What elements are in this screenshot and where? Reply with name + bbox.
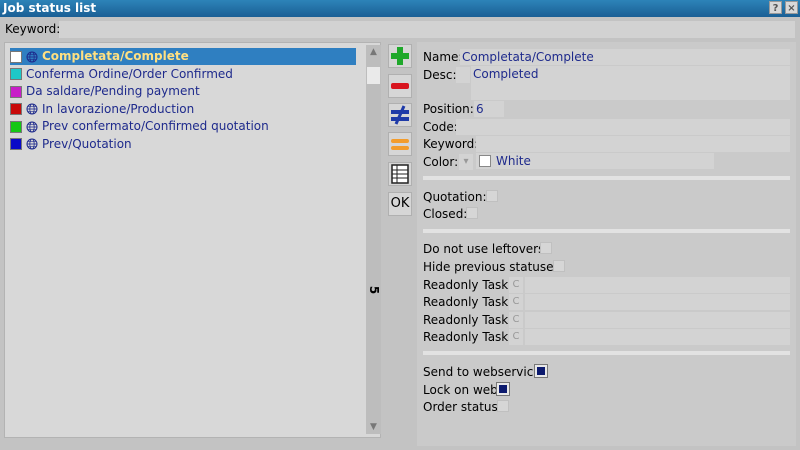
readonly-task-button[interactable]: C <box>509 312 523 328</box>
readonly-task-field[interactable] <box>525 294 790 310</box>
globe-icon <box>26 103 42 115</box>
scroll-thumb[interactable] <box>367 67 380 84</box>
keyword-field[interactable] <box>476 136 790 152</box>
name-label: Name: <box>423 50 463 64</box>
list-item-label: Conferma Ordine/Order Confirmed <box>26 66 233 81</box>
keyword-detail-label: Keyword: <box>423 137 479 151</box>
lock-web-label: Lock on web: <box>423 383 502 397</box>
list-item-label: In lavorazione/Production <box>42 101 195 116</box>
equal-button[interactable] <box>388 132 412 156</box>
delete-button[interactable] <box>388 74 412 98</box>
separator <box>423 351 790 355</box>
list-item[interactable]: Conferma Ordine/Order Confirmed <box>10 66 233 83</box>
readonly-task-button[interactable]: C <box>509 329 523 345</box>
minus-icon <box>391 83 409 89</box>
readonly-task-button[interactable]: C <box>509 277 523 293</box>
send-webservice-label: Send to webservice: <box>423 365 545 379</box>
help-button[interactable]: ? <box>769 1 782 14</box>
list-scrollbar[interactable]: ▲ ▼ <box>366 45 381 434</box>
add-button[interactable] <box>388 44 412 68</box>
table-icon <box>391 164 409 184</box>
color-swatch <box>10 68 22 80</box>
plus-icon <box>391 47 409 65</box>
closed-checkbox[interactable] <box>466 207 478 219</box>
list-item-label: Da saldare/Pending payment <box>26 84 200 98</box>
globe-icon <box>26 51 42 63</box>
list-item-label: Prev/Quotation <box>42 136 132 151</box>
list-item-label: Completata/Complete <box>42 49 189 63</box>
desc-language-button[interactable] <box>456 67 470 83</box>
readonly-task-field[interactable] <box>525 277 790 293</box>
keyword-search-input[interactable] <box>59 21 795 38</box>
list-item-label: Prev confermato/Confirmed quotation <box>42 119 269 133</box>
close-button[interactable]: × <box>785 1 798 14</box>
order-status-checkbox[interactable] <box>497 400 509 412</box>
color-swatch <box>10 85 22 98</box>
scroll-down-icon[interactable]: ▼ <box>366 420 381 434</box>
color-swatch <box>10 50 22 63</box>
scroll-up-icon[interactable]: ▲ <box>366 45 381 59</box>
color-swatch <box>10 138 22 150</box>
position-label: Position: <box>423 102 474 116</box>
position-field[interactable]: 6 <box>474 101 504 117</box>
color-swatch <box>10 120 22 133</box>
readonly-task-label: Readonly Task: <box>423 330 513 344</box>
color-value: White <box>496 154 531 168</box>
item-count: 5 <box>367 285 382 295</box>
leftovers-label: Do not use leftovers: <box>423 242 549 256</box>
title-bar: Job status list ? × <box>0 0 800 17</box>
equal-icon <box>391 139 409 150</box>
separator <box>423 176 790 180</box>
list-item[interactable]: Completata/Complete <box>10 48 356 65</box>
globe-icon <box>26 138 42 150</box>
table-button[interactable] <box>388 162 412 186</box>
readonly-task-field[interactable] <box>525 329 790 345</box>
status-list: Completata/Complete Conferma Ordine/Order… <box>4 42 381 438</box>
globe-icon <box>26 121 42 133</box>
leftovers-checkbox[interactable] <box>540 242 552 254</box>
quotation-label: Quotation: <box>423 190 487 204</box>
separator <box>423 229 790 233</box>
not-equal-icon <box>391 105 409 125</box>
desc-field[interactable]: Completed <box>471 66 790 100</box>
desc-label: Desc: <box>423 68 457 82</box>
list-item[interactable]: Da saldare/Pending payment <box>10 83 200 100</box>
readonly-task-label: Readonly Task: <box>423 313 513 327</box>
list-item[interactable]: Prev confermato/Confirmed quotation <box>10 118 269 135</box>
closed-label: Closed: <box>423 207 468 221</box>
quotation-checkbox[interactable] <box>486 190 498 202</box>
not-equal-button[interactable] <box>388 103 412 127</box>
code-label: Code: <box>423 120 458 134</box>
keyword-label: Keyword: <box>5 22 61 36</box>
color-dropdown-icon[interactable]: ▾ <box>459 154 473 170</box>
color-label: Color: <box>423 155 459 169</box>
window-title: Job status list <box>3 1 97 15</box>
lock-web-checkbox[interactable] <box>496 382 510 396</box>
readonly-task-button[interactable]: C <box>509 294 523 310</box>
hide-prev-checkbox[interactable] <box>553 260 565 272</box>
hide-prev-label: Hide previous statuses: <box>423 260 564 274</box>
readonly-task-label: Readonly Task: <box>423 278 513 292</box>
name-field[interactable]: Completata/Complete <box>460 49 790 65</box>
send-webservice-checkbox[interactable] <box>534 364 548 378</box>
order-status-label: Order status: <box>423 400 502 414</box>
readonly-task-field[interactable] <box>525 312 790 328</box>
color-field[interactable]: White <box>476 153 714 169</box>
code-field[interactable] <box>456 119 790 135</box>
ok-button[interactable]: OK <box>388 192 412 216</box>
list-item[interactable]: Prev/Quotation <box>10 136 132 153</box>
color-swatch <box>10 103 22 115</box>
color-swatch <box>479 155 491 167</box>
readonly-task-label: Readonly Task: <box>423 295 513 309</box>
list-item[interactable]: In lavorazione/Production <box>10 101 194 118</box>
